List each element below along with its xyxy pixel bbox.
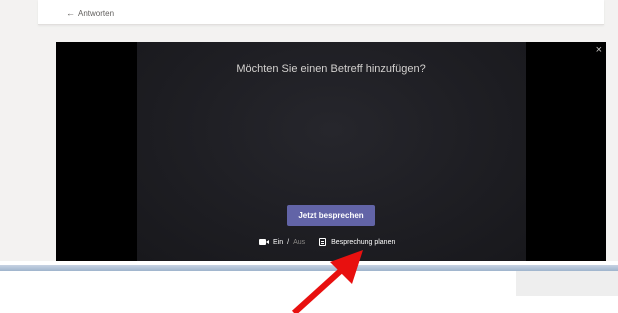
compose-side-panel [516, 271, 618, 296]
camera-icon[interactable] [259, 239, 269, 245]
subject-prompt[interactable]: Möchten Sie einen Betreff hinzufügen? [56, 63, 606, 75]
annotation-arrow-icon [291, 250, 363, 313]
meet-now-dialog: × Möchten Sie einen Betreff hinzufügen? … [56, 42, 606, 261]
reply-arrow-icon: ← [66, 8, 75, 18]
meet-now-button[interactable]: Jetzt besprechen [287, 205, 375, 226]
reply-card: ← Antworten [38, 0, 604, 25]
reply-link[interactable]: ← Antworten [66, 8, 114, 18]
close-icon[interactable]: × [596, 45, 602, 56]
reply-label: Antworten [78, 8, 115, 18]
